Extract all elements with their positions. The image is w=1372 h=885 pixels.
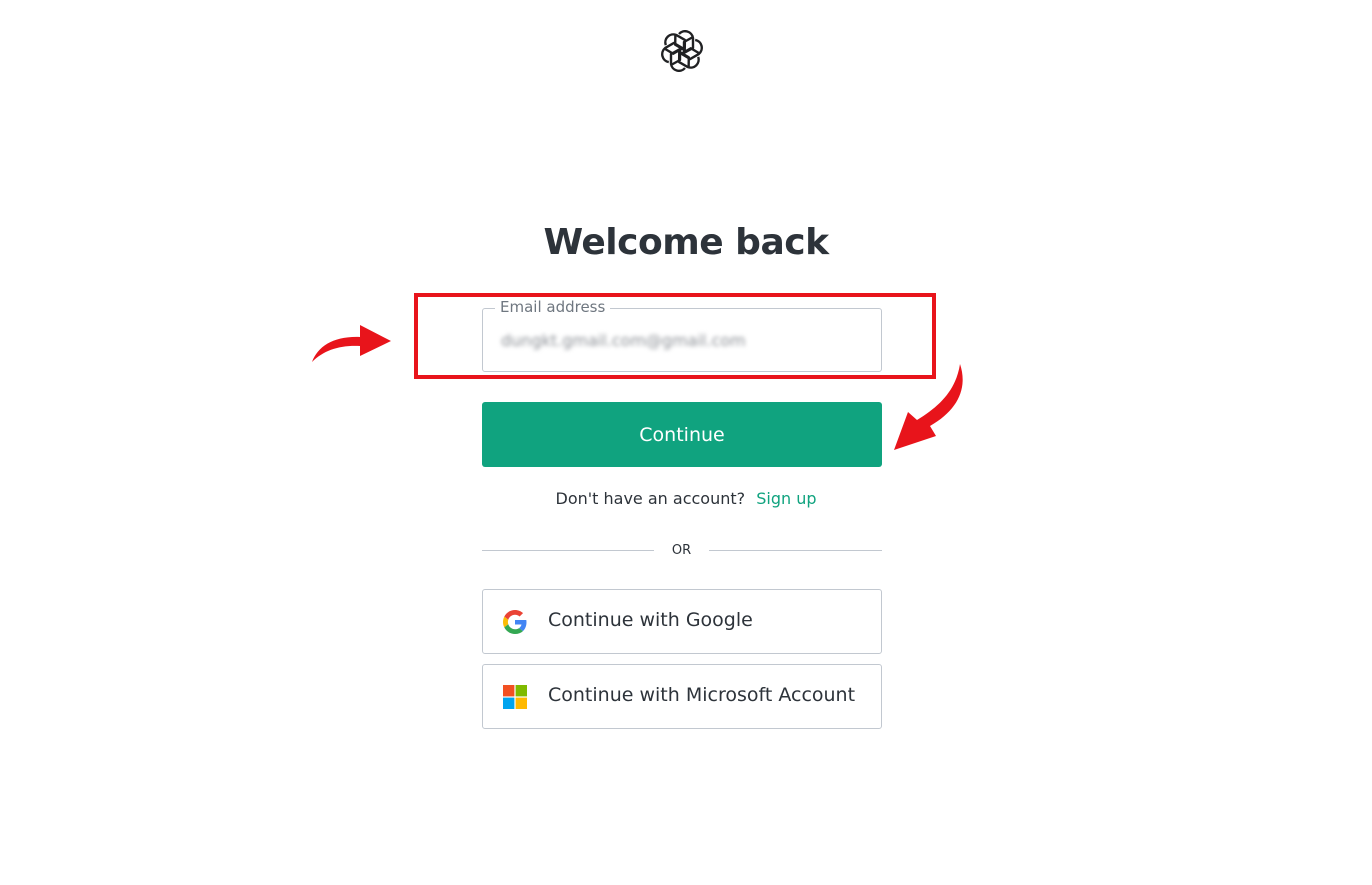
annotation-highlight-box xyxy=(414,293,936,379)
divider-line-right xyxy=(709,550,882,551)
continue-with-google-button[interactable]: Continue with Google xyxy=(482,589,882,654)
continue-with-microsoft-button[interactable]: Continue with Microsoft Account xyxy=(482,664,882,729)
openai-logo-icon xyxy=(661,30,703,72)
microsoft-icon xyxy=(503,685,527,709)
microsoft-button-label: Continue with Microsoft Account xyxy=(548,684,856,706)
google-icon xyxy=(503,610,527,634)
annotation-arrow-right-icon xyxy=(312,325,391,362)
signup-link[interactable]: Sign up xyxy=(756,489,816,508)
divider-line-left xyxy=(482,550,654,551)
page-title: Welcome back xyxy=(543,222,829,263)
signup-row: Don't have an account? Sign up xyxy=(0,489,1372,508)
continue-button[interactable]: Continue xyxy=(482,402,882,467)
signup-prompt: Don't have an account? xyxy=(555,489,746,508)
google-button-label: Continue with Google xyxy=(548,609,753,631)
annotation-arrow-down-left-icon xyxy=(894,364,963,450)
divider-or: OR xyxy=(671,543,692,558)
